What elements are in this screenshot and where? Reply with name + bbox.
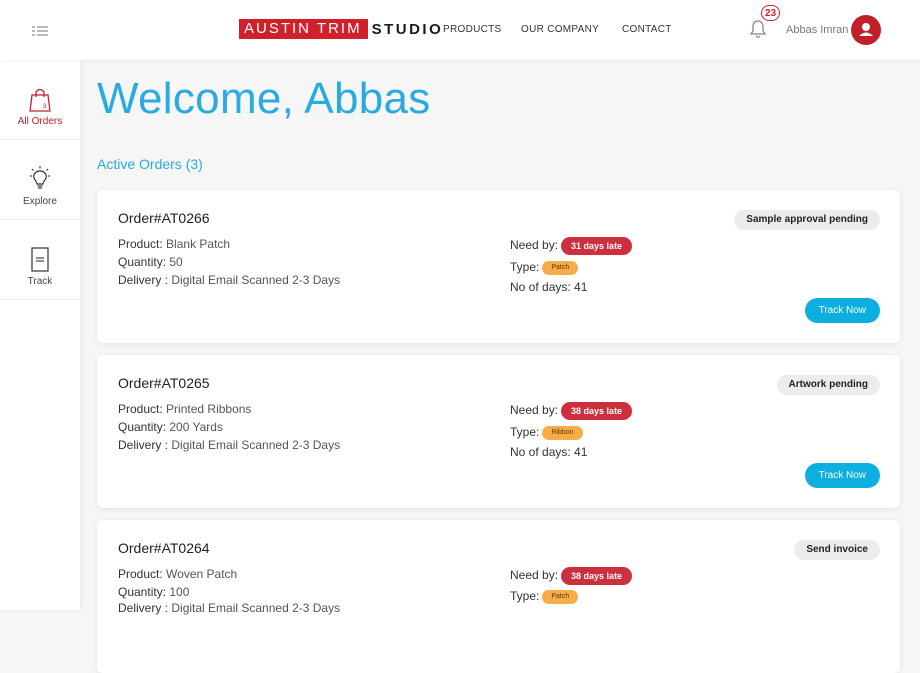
nav-our-company[interactable]: OUR COMPANY <box>521 24 599 35</box>
brand-logo[interactable]: AUSTIN TRIM STUDIO <box>239 19 443 39</box>
product-value: Woven Patch <box>166 567 238 581</box>
order-id: Order#AT0265 <box>118 375 210 391</box>
quantity-label: Quantity: <box>118 420 167 434</box>
quantity-value: 50 <box>169 255 183 269</box>
product-value: Blank Patch <box>166 237 231 251</box>
status-badge: Sample approval pending <box>734 210 880 230</box>
order-card: Order#AT0266 Product: Blank Patch Quanti… <box>97 190 900 343</box>
days-field: No of days: 41 <box>510 280 587 294</box>
late-status-pill: 38 days late <box>561 567 633 585</box>
need-by-field: Need by: 31 days late <box>510 237 633 255</box>
document-icon <box>31 247 49 272</box>
delivery-label: Delivery : <box>118 273 169 287</box>
need-by-field: Need by: 38 days late <box>510 402 633 420</box>
sidebar: 3 All Orders Explore Track <box>0 60 80 610</box>
order-card: Order#AT0264 Product: Woven Patch Quanti… <box>97 520 900 673</box>
type-pill: Patch <box>542 260 579 275</box>
sidebar-item-label: All Orders <box>17 116 63 127</box>
quantity-label: Quantity: <box>118 255 167 269</box>
notification-count-badge[interactable]: 23 <box>761 5 780 21</box>
status-badge: Send invoice <box>794 540 880 560</box>
nav-products[interactable]: PRODUCTS <box>443 24 502 35</box>
user-silhouette-icon <box>859 23 873 36</box>
lightbulb-icon <box>30 166 50 189</box>
type-label: Type: <box>510 589 540 603</box>
type-field: Type: Ribbon <box>510 425 583 440</box>
product-field: Product: Blank Patch <box>118 237 230 251</box>
product-label: Product: <box>118 567 163 581</box>
product-field: Product: Woven Patch <box>118 567 237 581</box>
active-orders-heading: Active Orders (3) <box>97 156 203 172</box>
delivery-field: Delivery : Digital Email Scanned 2-3 Day… <box>118 601 340 615</box>
logo-text-secondary: STUDIO <box>371 20 444 38</box>
quantity-label: Quantity: <box>118 585 167 599</box>
product-value: Printed Ribbons <box>166 402 252 416</box>
product-label: Product: <box>118 402 163 416</box>
need-by-label: Need by: <box>510 568 559 583</box>
type-label: Type: <box>510 260 540 274</box>
days-value: 41 <box>574 445 588 459</box>
order-card: Order#AT0265 Product: Printed Ribbons Qu… <box>97 355 900 508</box>
order-id: Order#AT0266 <box>118 210 210 226</box>
track-now-button[interactable]: Track Now <box>804 463 880 488</box>
shopping-bag-icon: 3 <box>29 88 51 112</box>
product-label: Product: <box>118 237 163 251</box>
svg-text:3: 3 <box>43 104 47 110</box>
days-value: 41 <box>574 280 588 294</box>
menu-icon[interactable] <box>32 25 48 37</box>
sidebar-item-label: Track <box>27 276 53 287</box>
sidebar-item-explore[interactable]: Explore <box>0 140 80 220</box>
delivery-label: Delivery : <box>118 601 169 615</box>
delivery-value: Digital Email Scanned 2-3 Days <box>171 273 341 287</box>
product-field: Product: Printed Ribbons <box>118 402 251 416</box>
user-name[interactable]: Abbas Imran <box>786 24 848 36</box>
user-avatar-icon[interactable] <box>851 15 881 45</box>
late-status-pill: 31 days late <box>561 237 633 255</box>
type-pill: Ribbon <box>542 425 583 440</box>
quantity-field: Quantity: 50 <box>118 255 183 269</box>
sidebar-item-track[interactable]: Track <box>0 220 80 300</box>
late-status-pill: 38 days late <box>561 402 633 420</box>
delivery-label: Delivery : <box>118 438 169 452</box>
need-by-label: Need by: <box>510 238 559 253</box>
top-header: AUSTIN TRIM STUDIO PRODUCTS OUR COMPANY … <box>0 0 920 60</box>
need-by-field: Need by: 38 days late <box>510 567 633 585</box>
delivery-value: Digital Email Scanned 2-3 Days <box>171 601 341 615</box>
delivery-value: Digital Email Scanned 2-3 Days <box>171 438 341 452</box>
type-pill: Patch <box>542 589 579 604</box>
bell-icon[interactable] <box>749 19 767 39</box>
logo-text-primary: AUSTIN TRIM <box>239 19 368 39</box>
days-label: No of days: <box>510 445 571 459</box>
type-label: Type: <box>510 425 540 439</box>
delivery-field: Delivery : Digital Email Scanned 2-3 Day… <box>118 438 340 452</box>
quantity-value: 200 Yards <box>169 420 223 434</box>
nav-contact[interactable]: CONTACT <box>622 24 672 35</box>
order-id: Order#AT0264 <box>118 540 210 556</box>
status-badge: Artwork pending <box>776 375 880 395</box>
track-now-button[interactable]: Track Now <box>804 298 880 323</box>
days-field: No of days: 41 <box>510 445 587 459</box>
days-label: No of days: <box>510 280 571 294</box>
sidebar-item-label: Explore <box>23 196 57 207</box>
welcome-heading: Welcome, Abbas <box>97 74 431 123</box>
quantity-value: 100 <box>169 585 190 599</box>
type-field: Type: Patch <box>510 260 579 275</box>
sidebar-item-all-orders[interactable]: 3 All Orders <box>0 60 80 140</box>
quantity-field: Quantity: 100 <box>118 585 189 599</box>
delivery-field: Delivery : Digital Email Scanned 2-3 Day… <box>118 273 340 287</box>
quantity-field: Quantity: 200 Yards <box>118 420 223 434</box>
type-field: Type: Patch <box>510 589 579 604</box>
need-by-label: Need by: <box>510 403 559 418</box>
